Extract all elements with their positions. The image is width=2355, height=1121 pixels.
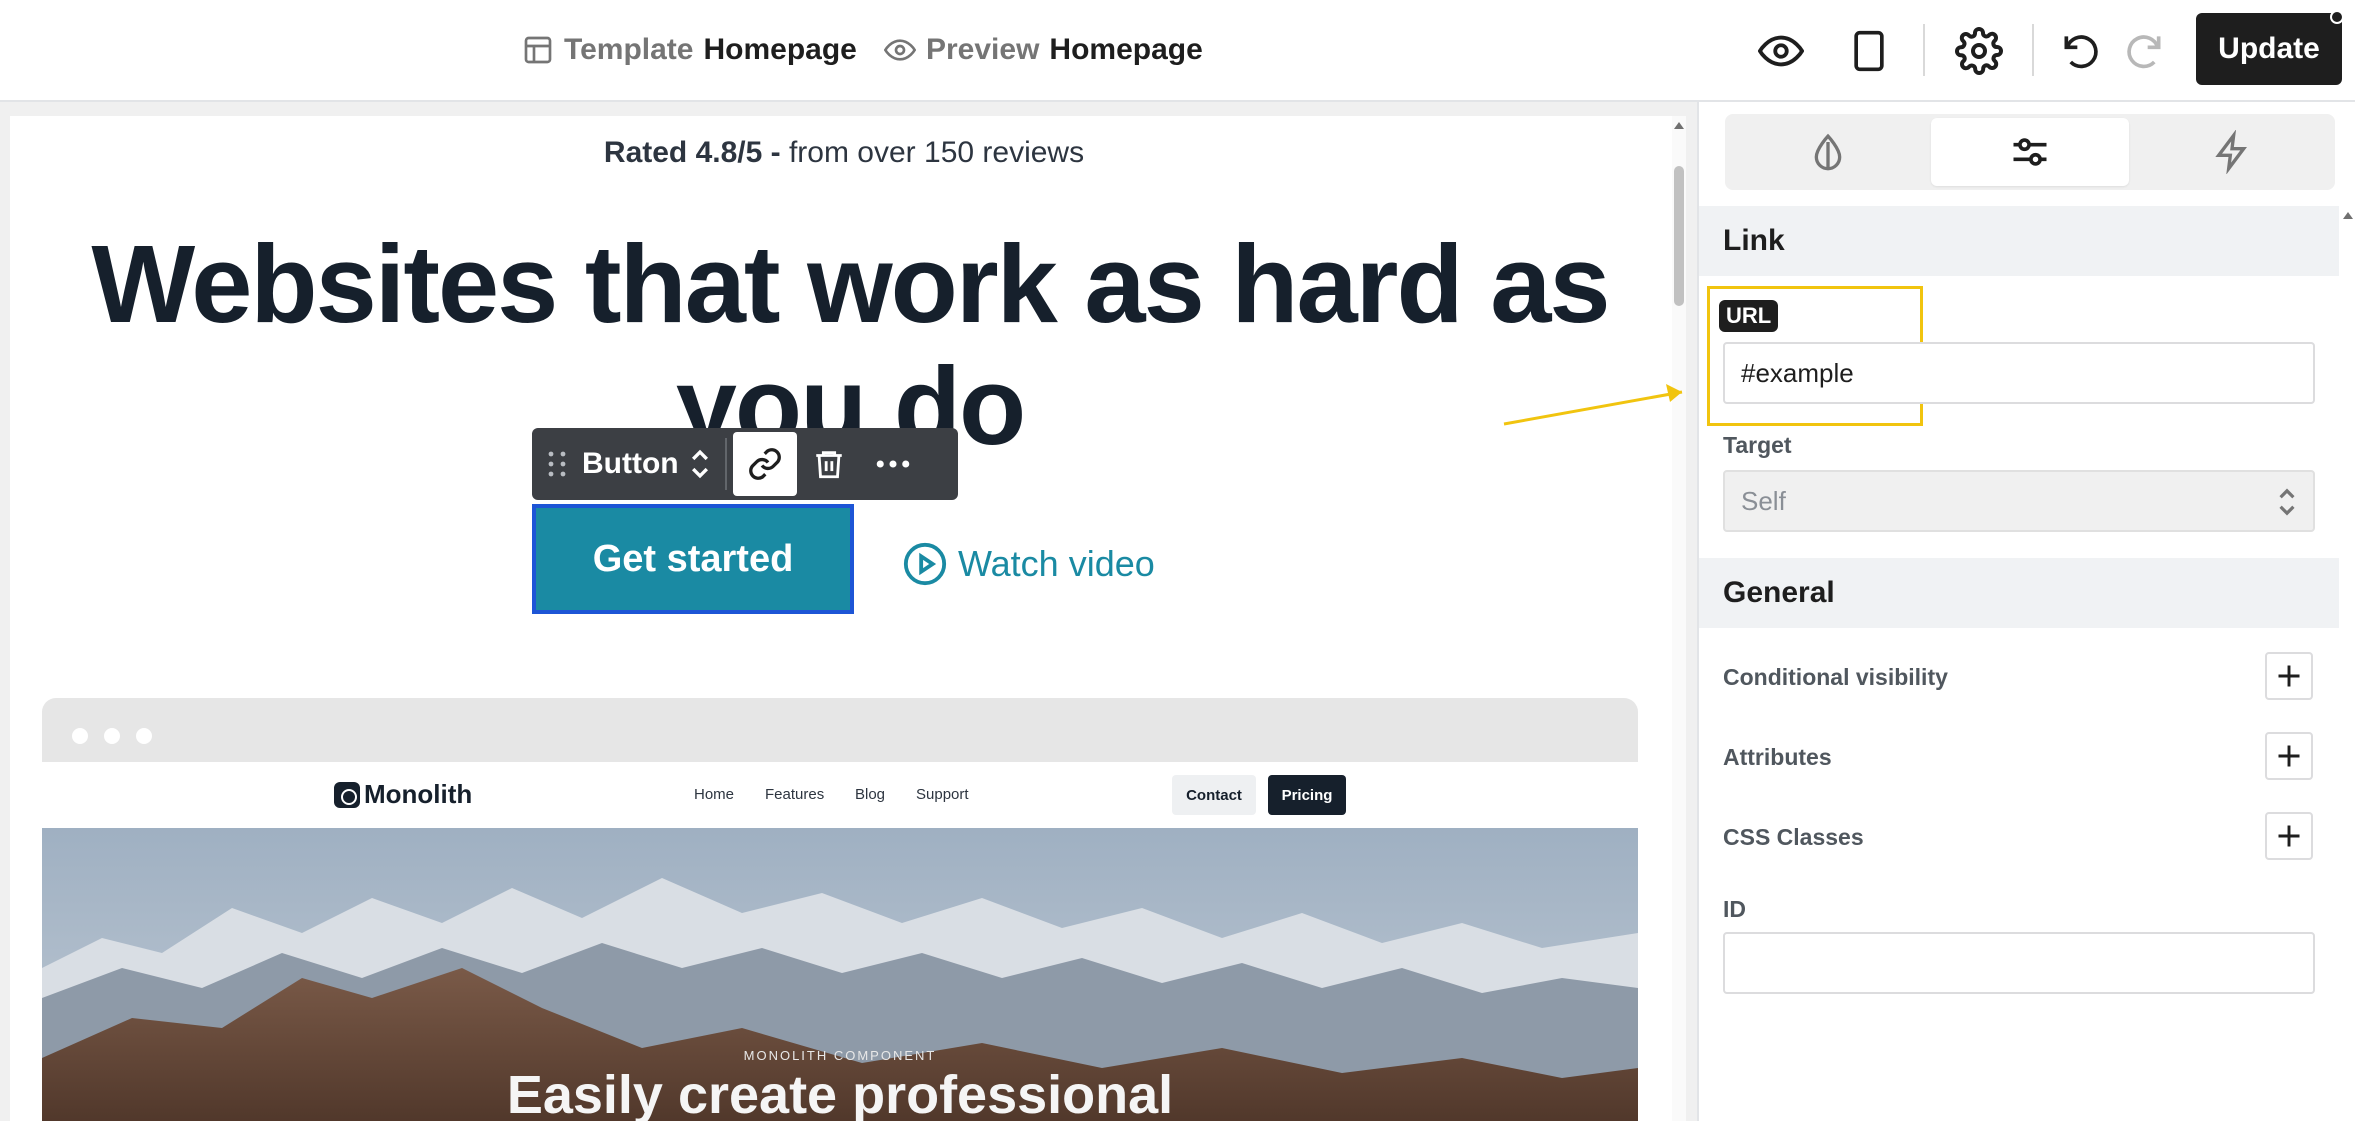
block-type-label[interactable]: Button bbox=[582, 447, 679, 481]
top-toolbar: Template Homepage Preview Homepage Updat… bbox=[0, 0, 2355, 102]
editor-canvas: Rated 4.8/5 - from over 150 reviews Webs… bbox=[10, 116, 1686, 1121]
rating-text[interactable]: Rated 4.8/5 - from over 150 reviews bbox=[10, 136, 1678, 170]
rating-reviews: from over 150 reviews bbox=[780, 136, 1085, 169]
template-icon bbox=[524, 36, 552, 64]
toolbar-separator bbox=[2032, 24, 2034, 76]
trash-icon bbox=[815, 451, 842, 479]
tab-interactions[interactable] bbox=[2133, 118, 2331, 186]
mockup-eyebrow: MONOLITH COMPONENT bbox=[743, 1048, 937, 1063]
editor-canvas-area: Rated 4.8/5 - from over 150 reviews Webs… bbox=[0, 102, 1697, 1121]
url-label: URL bbox=[1719, 300, 1779, 332]
preview-eye-icon bbox=[884, 39, 916, 61]
preview-breadcrumb[interactable]: Preview Homepage bbox=[884, 30, 1203, 70]
update-button[interactable]: Update bbox=[2196, 13, 2342, 85]
delete-button[interactable] bbox=[797, 432, 861, 496]
sidebar-scroll-up-icon[interactable] bbox=[2343, 212, 2353, 219]
move-up-down-icon[interactable] bbox=[689, 447, 711, 481]
rating-score: Rated 4.8/5 - bbox=[603, 136, 781, 169]
mockup-pricing-button: Pricing bbox=[1268, 775, 1346, 815]
annotation-arrow-icon bbox=[1503, 384, 1683, 426]
sidebar-tabs bbox=[1725, 114, 2335, 190]
lightning-icon bbox=[2215, 130, 2247, 174]
preview-name: Homepage bbox=[1049, 33, 1203, 66]
target-label: Target bbox=[1723, 432, 1792, 458]
eye-icon bbox=[1758, 35, 1804, 67]
template-breadcrumb[interactable]: Template Homepage bbox=[522, 30, 857, 70]
unsaved-indicator bbox=[2330, 10, 2344, 24]
conditional-visibility-label: Conditional visibility bbox=[1723, 664, 1948, 690]
attributes-label: Attributes bbox=[1723, 744, 1832, 770]
add-attribute-button[interactable] bbox=[2265, 732, 2313, 780]
target-select[interactable]: Self bbox=[1723, 470, 2315, 532]
link-section-header[interactable]: Link bbox=[1699, 206, 2339, 276]
drop-icon bbox=[1814, 133, 1842, 171]
window-dot bbox=[72, 728, 88, 744]
device-preview-button[interactable] bbox=[1840, 22, 1898, 80]
mockup-nav-blog: Blog bbox=[855, 786, 886, 803]
more-icon bbox=[876, 460, 909, 468]
play-circle-icon bbox=[903, 542, 947, 586]
css-classes-label: CSS Classes bbox=[1723, 824, 1864, 850]
window-dot bbox=[104, 728, 120, 744]
block-toolbar: Button bbox=[532, 428, 958, 500]
redo-button[interactable] bbox=[2115, 22, 2173, 80]
settings-button[interactable] bbox=[1950, 22, 2008, 80]
template-name: Homepage bbox=[703, 33, 857, 66]
mockup-nav-support: Support bbox=[916, 786, 969, 803]
sliders-icon bbox=[2013, 138, 2047, 166]
more-options-button[interactable] bbox=[861, 432, 925, 496]
chevron-up-down-icon bbox=[2279, 488, 2295, 516]
settings-sidebar: Link URL #example Target Self General Co… bbox=[1697, 102, 2355, 1121]
id-label: ID bbox=[1723, 896, 1746, 922]
target-value: Self bbox=[1741, 485, 1786, 516]
mockup-logo-text: Monolith bbox=[364, 779, 473, 809]
id-input[interactable] bbox=[1723, 932, 2315, 994]
mockup-headline: Easily create professional bbox=[506, 1065, 1174, 1121]
plus-icon bbox=[2278, 745, 2300, 767]
canvas-scroll-thumb[interactable] bbox=[1674, 166, 1684, 306]
gear-icon bbox=[1955, 27, 2003, 75]
add-conditional-visibility-button[interactable] bbox=[2265, 652, 2313, 700]
redo-icon bbox=[2127, 35, 2161, 69]
plus-icon bbox=[2278, 665, 2300, 687]
get-started-button[interactable]: Get started bbox=[532, 504, 854, 614]
drag-handle-icon bbox=[548, 451, 566, 477]
url-input[interactable]: #example bbox=[1723, 342, 2315, 404]
plus-icon bbox=[2278, 825, 2300, 847]
monolith-logo-icon bbox=[334, 781, 360, 808]
device-icon bbox=[1854, 30, 1884, 72]
undo-button[interactable] bbox=[2052, 22, 2110, 80]
undo-icon bbox=[2064, 35, 2098, 69]
toolbar-separator bbox=[724, 438, 727, 490]
browser-mockup: Monolith Home Features Blog Support Cont… bbox=[42, 698, 1638, 1121]
canvas-scrollbar[interactable] bbox=[1672, 116, 1686, 1121]
mockup-nav-features: Features bbox=[765, 786, 825, 803]
add-css-class-button[interactable] bbox=[2265, 812, 2313, 860]
link-button[interactable] bbox=[732, 432, 797, 496]
toolbar-separator bbox=[1923, 24, 1925, 76]
scroll-up-arrow-icon[interactable] bbox=[1674, 122, 1684, 129]
template-prefix: Template bbox=[564, 33, 694, 66]
general-section-header[interactable]: General bbox=[1699, 558, 2339, 628]
mockup-hero-image: MONOLITH COMPONENT Easily create profess… bbox=[42, 828, 1638, 1121]
drag-handle[interactable] bbox=[532, 450, 582, 478]
window-dot bbox=[136, 728, 152, 744]
mockup-nav-home: Home bbox=[694, 786, 735, 803]
mockup-logo: Monolith bbox=[334, 779, 472, 810]
link-icon bbox=[748, 448, 781, 480]
mockup-contact-button: Contact bbox=[1172, 775, 1256, 815]
watch-video-label: Watch video bbox=[958, 543, 1155, 584]
tab-style[interactable] bbox=[1729, 118, 1927, 186]
watch-video-button[interactable]: Watch video bbox=[902, 540, 1155, 588]
mockup-navbar: Monolith Home Features Blog Support Cont… bbox=[42, 762, 1638, 828]
tab-settings[interactable] bbox=[1931, 118, 2129, 186]
view-button[interactable] bbox=[1752, 22, 1810, 80]
preview-prefix: Preview bbox=[926, 33, 1040, 66]
